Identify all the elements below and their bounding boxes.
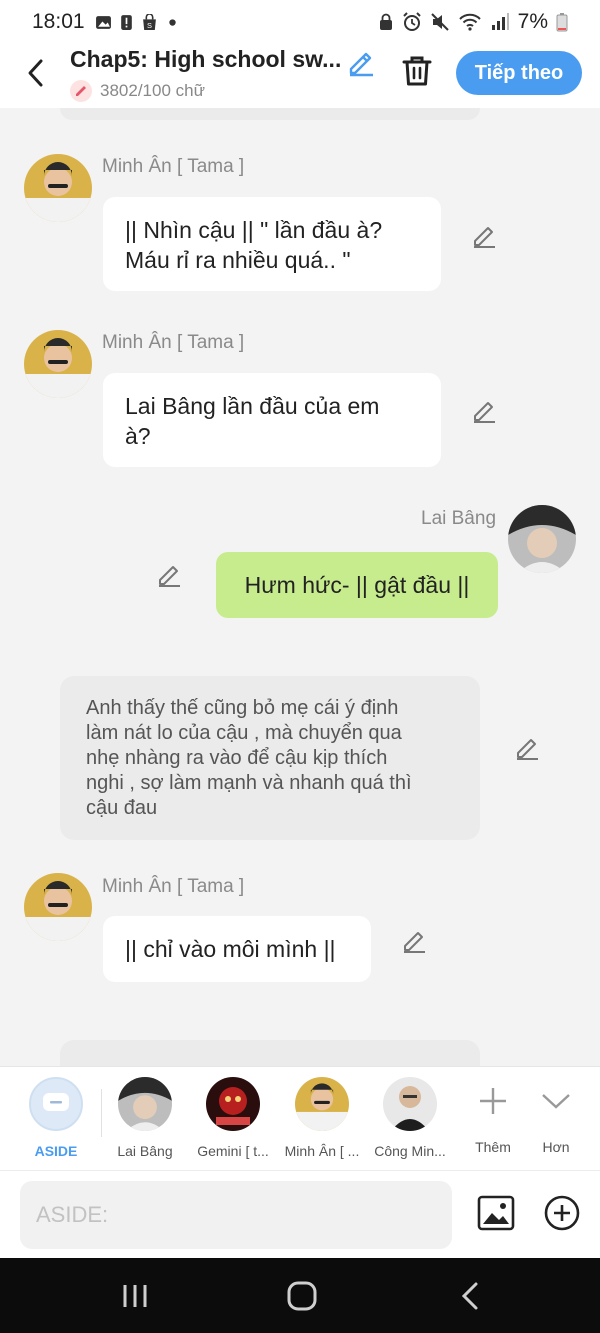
aside-message[interactable]: Anh thấy thế cũng bỏ mẹ cái ý định làm n… <box>60 676 480 840</box>
wifi-icon <box>458 13 481 31</box>
signal-icon <box>491 13 509 30</box>
back-nav-button[interactable] <box>448 1276 492 1316</box>
alert-notification-icon <box>120 14 132 30</box>
chevron-down-icon <box>542 1094 570 1109</box>
chapter-header: Chap5: High school sw... 3802/100 chữ Ti… <box>0 44 600 108</box>
pencil-icon <box>517 739 538 760</box>
chat-area[interactable]: Minh Ân [ Tama ] || Nhìn cậu || " lần đầ… <box>0 108 600 1066</box>
plus-circle-icon <box>544 1195 580 1231</box>
next-button[interactable]: Tiếp theo <box>456 51 582 95</box>
sender-name: Minh Ân [ Tama ] <box>102 876 245 897</box>
plus-icon <box>480 1088 506 1114</box>
delete-button[interactable] <box>400 52 434 90</box>
avatar <box>118 1077 172 1131</box>
back-arrow-icon <box>28 59 43 87</box>
aside-message-partial[interactable] <box>60 108 480 120</box>
message-bubble[interactable]: || Nhìn cậu || " lần đầu à? Máu rỉ ra nh… <box>103 197 441 291</box>
back-button[interactable] <box>22 56 50 90</box>
svg-text:S: S <box>147 20 152 29</box>
pencil-icon <box>349 52 373 77</box>
home-button[interactable] <box>280 1276 324 1316</box>
edit-message-button[interactable] <box>156 562 182 588</box>
status-time: 18:01 <box>32 10 85 33</box>
recent-apps-button[interactable] <box>113 1276 157 1316</box>
character-gemini[interactable]: Gemini [ t... <box>189 1077 277 1159</box>
word-count: 3802/100 chữ <box>70 80 205 102</box>
expand-label: Hơn <box>542 1139 570 1155</box>
dot-icon <box>168 18 176 26</box>
system-nav-bar <box>0 1258 600 1333</box>
battery-level: 7% <box>517 10 548 33</box>
chat-bubble-icon <box>43 1093 69 1111</box>
lock-icon <box>379 13 392 30</box>
pencil-icon <box>474 402 495 423</box>
gallery-notification-icon <box>95 15 111 29</box>
battery-icon <box>556 13 568 32</box>
message-bubble[interactable]: || chỉ vào môi mình || <box>103 916 371 982</box>
pencil-icon <box>474 227 495 248</box>
avatar-lai-bang[interactable] <box>508 505 576 573</box>
character-label: Gemini [ t... <box>197 1143 269 1159</box>
aside-avatar <box>29 1077 83 1131</box>
shop-notification-icon: S <box>142 13 156 30</box>
back-icon <box>461 1282 478 1310</box>
aside-message-partial[interactable] <box>60 1040 480 1066</box>
more-label: Thêm <box>475 1139 511 1155</box>
message-input[interactable] <box>20 1181 452 1249</box>
expand-button[interactable]: Hơn <box>526 1081 586 1155</box>
composer <box>0 1170 600 1258</box>
sender-name: Lai Bâng <box>421 508 497 529</box>
character-cong-minh[interactable]: Công Min... <box>366 1077 454 1159</box>
sender-name: Minh Ân [ Tama ] <box>102 156 245 177</box>
pen-badge-icon <box>70 80 92 102</box>
edit-message-button[interactable] <box>401 928 427 954</box>
character-lai-bang[interactable]: Lai Bâng <box>101 1077 189 1159</box>
edit-message-button[interactable] <box>471 398 497 424</box>
character-bar: ASIDE Lai Bâng Gemini [ t... Minh Ân [ .… <box>0 1066 600 1170</box>
add-character-button[interactable]: Thêm <box>463 1081 523 1155</box>
character-label: ASIDE <box>34 1143 78 1159</box>
avatar <box>383 1077 437 1131</box>
edit-title-button[interactable] <box>346 47 376 77</box>
avatar-minh-an[interactable] <box>24 873 92 941</box>
edit-message-button[interactable] <box>514 735 540 761</box>
message-bubble-sent[interactable]: Hưm hức- || gật đầu || <box>216 552 498 618</box>
avatar-minh-an[interactable] <box>24 154 92 222</box>
sender-name: Minh Ân [ Tama ] <box>102 332 245 353</box>
home-icon <box>287 1281 317 1311</box>
character-aside[interactable]: ASIDE <box>12 1077 100 1159</box>
recent-apps-icon <box>123 1285 147 1307</box>
character-label: Lai Bâng <box>117 1143 173 1159</box>
status-bar: 18:01 S 7% <box>0 0 600 44</box>
avatar <box>206 1077 260 1131</box>
character-label: Công Min... <box>374 1143 446 1159</box>
trash-icon <box>402 56 432 86</box>
word-count-text: 3802/100 chữ <box>100 81 205 100</box>
message-bubble[interactable]: Lai Bâng lần đầu của em à? <box>103 373 441 467</box>
avatar <box>295 1077 349 1131</box>
pencil-icon <box>404 932 425 953</box>
character-label: Minh Ân [ ... <box>284 1143 360 1159</box>
pencil-icon <box>159 566 180 587</box>
character-minh-an[interactable]: Minh Ân [ ... <box>278 1077 366 1159</box>
mute-icon <box>430 13 449 31</box>
add-button[interactable] <box>542 1193 582 1233</box>
avatar-minh-an[interactable] <box>24 330 92 398</box>
insert-image-button[interactable] <box>476 1193 516 1233</box>
alarm-icon <box>402 12 421 31</box>
chapter-title[interactable]: Chap5: High school sw... <box>70 46 341 73</box>
image-icon <box>477 1195 515 1231</box>
edit-message-button[interactable] <box>471 223 497 249</box>
